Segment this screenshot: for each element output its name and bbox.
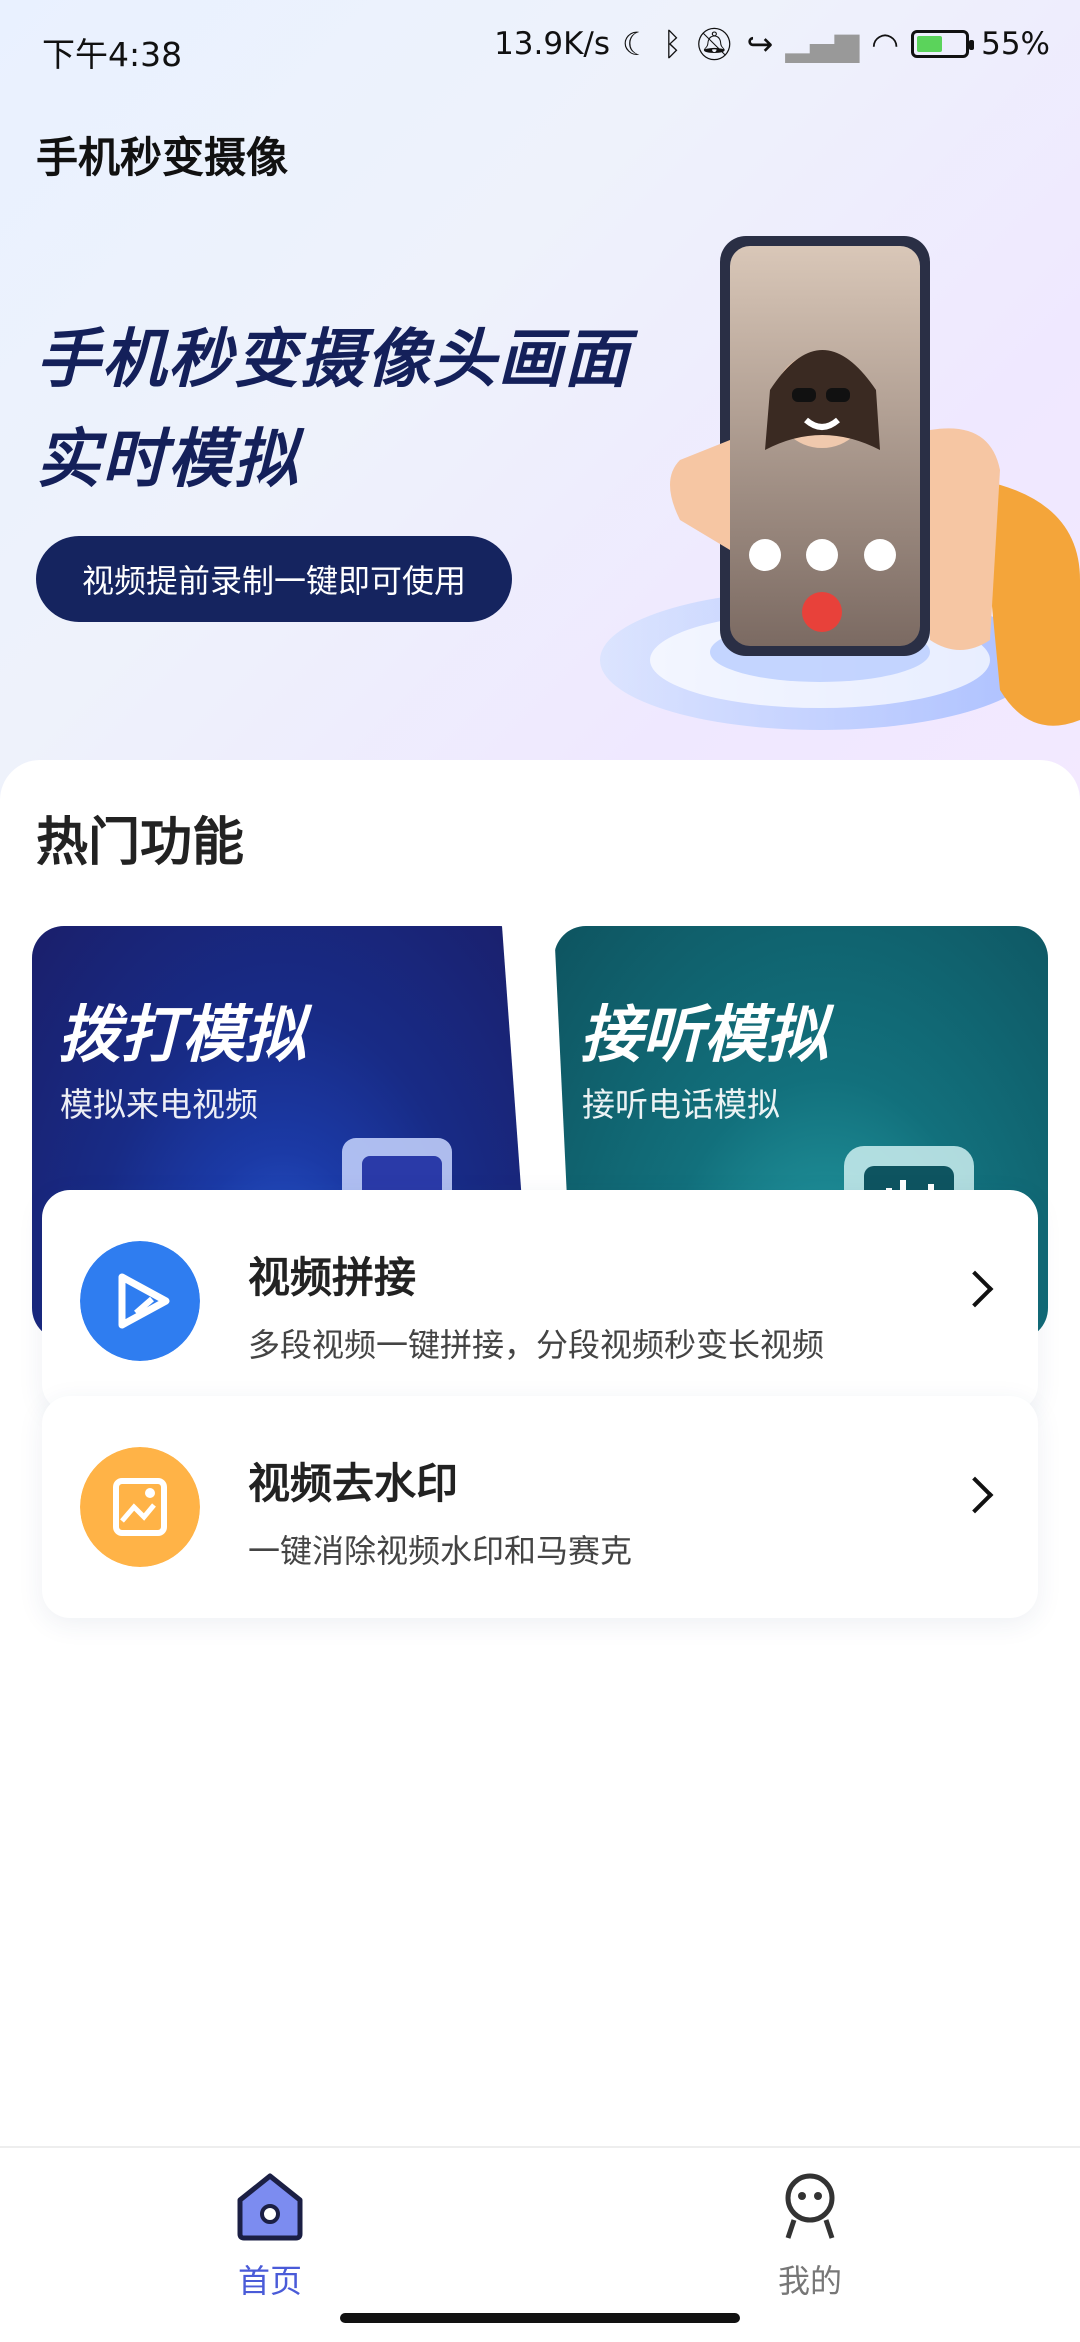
status-time: 下午4:38: [42, 35, 183, 74]
card-subtitle: 模拟来电视频: [60, 1085, 258, 1124]
list-item-title: 视频拼接: [248, 1253, 417, 1302]
status-bar: 下午4:38 13.9K/s ☾ ᛒ 🔕︎ ↪ ▂▄▆ ◠ 55%: [0, 0, 1080, 96]
network-speed: 13.9K/s: [494, 26, 611, 62]
hero-phone-illustration: [600, 236, 1080, 730]
list-item-subtitle: 一键消除视频水印和马赛克: [248, 1532, 633, 1570]
hero-title-line2: 实时模拟: [36, 423, 300, 497]
hero-cta-button[interactable]: 视频提前录制一键即可使用: [36, 536, 512, 622]
content-panel: 热门功能 拨打模拟 模拟来电视频 接听模拟 接听电话模拟 视频拼接 多段视频一键…: [0, 760, 1080, 2150]
wifi-icon: ◠: [871, 25, 900, 63]
section-title: 热门功能: [36, 813, 245, 873]
battery-icon: [911, 30, 975, 58]
home-icon: [237, 2173, 303, 2241]
home-indicator: [340, 2313, 740, 2323]
list-item-title: 视频去水印: [248, 1459, 459, 1508]
battery-percent: 55%: [981, 26, 1050, 62]
card-title: 拨打模拟: [58, 998, 307, 1071]
hero-title-line1: 手机秒变摄像头画面: [36, 323, 630, 397]
watermark-remove-icon: [80, 1447, 200, 1567]
status-icons: 13.9K/s ☾ ᛒ 🔕︎ ↪ ▂▄▆ ◠ 55%: [494, 26, 1050, 62]
video-splice-item[interactable]: 视频拼接 多段视频一键拼接，分段视频秒变长视频: [42, 1190, 1038, 1412]
signal-icon: ▂▄▆: [785, 25, 860, 63]
app-title: 手机秒变摄像: [36, 133, 289, 182]
watermark-remove-item[interactable]: 视频去水印 一键消除视频水印和马赛克: [42, 1396, 1038, 1618]
chevron-right-icon: [956, 1270, 994, 1308]
mute-bell-icon: 🔕︎: [693, 25, 735, 63]
moon-icon: ☾: [622, 25, 651, 63]
chevron-right-icon: [956, 1476, 994, 1514]
nav-home-label: 首页: [237, 2262, 302, 2300]
nav-profile-label: 我的: [777, 2262, 842, 2300]
video-splice-icon: [80, 1241, 200, 1361]
profile-icon: [785, 2173, 835, 2239]
card-title: 接听模拟: [580, 998, 829, 1071]
bluetooth-icon: ᛒ: [662, 25, 682, 63]
hero-title: 手机秒变摄像头画面 实时模拟: [36, 310, 630, 510]
nav-profile[interactable]: 我的: [710, 2168, 910, 2302]
call-forward-icon: ↪: [746, 25, 774, 63]
card-subtitle: 接听电话模拟: [582, 1085, 780, 1124]
nav-home[interactable]: 首页: [170, 2168, 370, 2302]
list-item-subtitle: 多段视频一键拼接，分段视频秒变长视频: [248, 1326, 825, 1364]
